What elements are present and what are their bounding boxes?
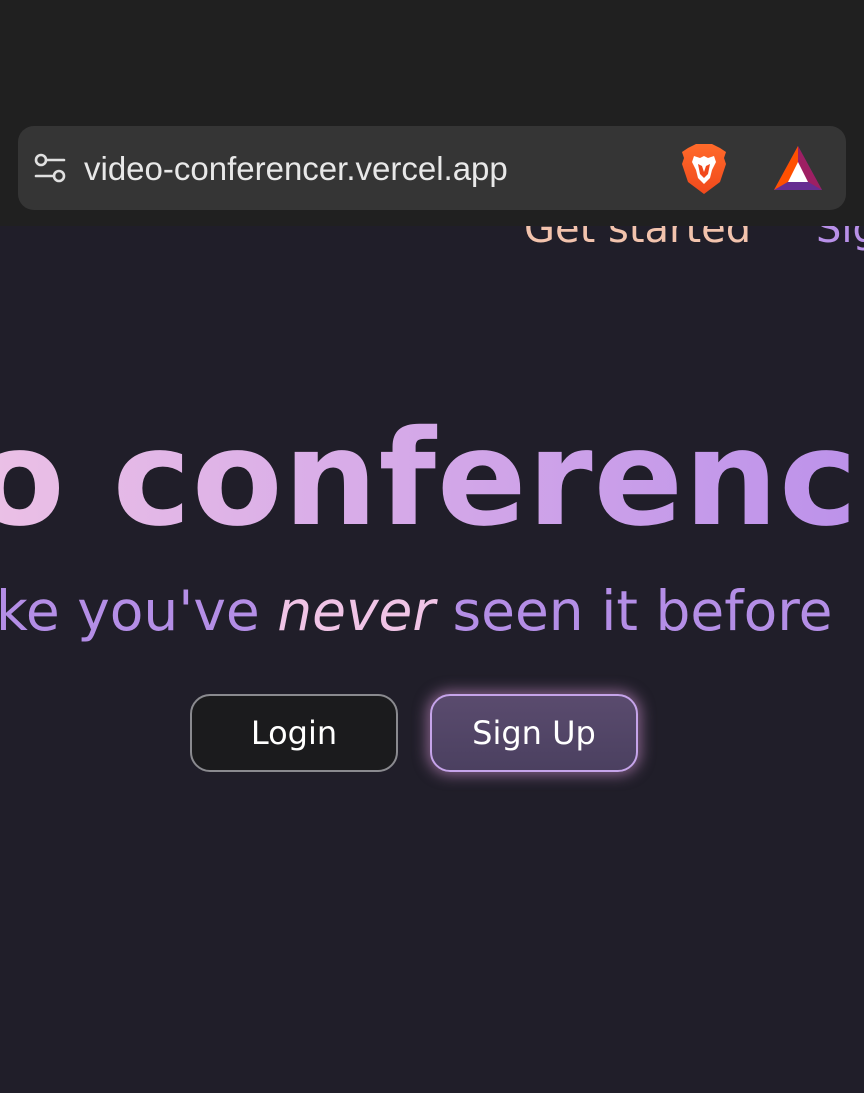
hero-subtitle: ke you've never seen it before — [0, 578, 832, 644]
brave-rewards-icon[interactable] — [772, 144, 824, 192]
hero-subtitle-end: seen it before — [434, 579, 833, 643]
hero-subtitle-start: ke you've — [0, 579, 278, 643]
sign-up-button[interactable]: Sign Up — [430, 694, 638, 772]
url-text[interactable]: video-conferencer.vercel.app — [84, 148, 508, 190]
site-settings-icon[interactable] — [32, 150, 68, 186]
nav-sign-in-link[interactable]: Sig — [816, 226, 864, 254]
brave-shields-icon[interactable] — [680, 142, 728, 196]
landing-page: Get started Sig o conferencir ke you've … — [0, 226, 864, 1093]
nav-get-started-link[interactable]: Get started — [524, 226, 751, 254]
browser-toolbar: video-conferencer.vercel.app — [0, 0, 864, 226]
login-button[interactable]: Login — [190, 694, 398, 772]
hero-subtitle-emphasis: never — [277, 579, 435, 643]
hero-title: o conferencir — [0, 404, 864, 554]
